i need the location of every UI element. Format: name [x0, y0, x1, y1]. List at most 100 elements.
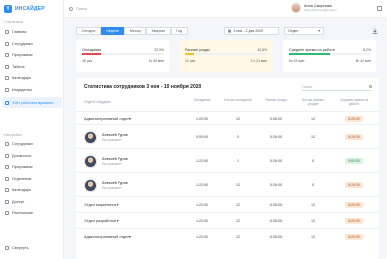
- cell-early-n: 12: [311, 235, 315, 239]
- collapse-label: Свернуть: [12, 246, 29, 250]
- sidebar-item-alert[interactable]: Инциденты: [2, 86, 62, 94]
- metric-percent: 8,2%: [363, 48, 371, 52]
- department-name: Административный отдел: [84, 235, 130, 239]
- sidebar-settings-item-users[interactable]: Сотрудники: [2, 140, 62, 148]
- home-icon: [5, 30, 9, 34]
- key-icon: [5, 199, 9, 204]
- sidebar-item-apps[interactable]: Программы: [2, 51, 62, 59]
- sidebar-item-label: Сотрудники: [12, 41, 33, 46]
- period-tab[interactable]: Квартал: [146, 27, 171, 35]
- avg-time-badge: 8:26:00: [345, 115, 363, 122]
- cell-late-n: 1: [237, 159, 239, 163]
- calendar-icon: [5, 76, 9, 80]
- logo[interactable]: Y ИНСАЙДЕР: [4, 5, 45, 13]
- sidebar-item-label: Календарь: [12, 76, 32, 80]
- chevron-down-icon[interactable]: ▾: [129, 117, 131, 121]
- table-row[interactable]: Административный отдел ▾ 1:22:00 12 0:26:00 1…: [76, 111, 379, 124]
- sidebar-item-label: Доступ: [12, 199, 25, 204]
- cell-early: 0:26:00: [270, 135, 282, 139]
- chevron-down-icon[interactable]: ▾: [117, 203, 119, 207]
- search-input[interactable]: Поиск: [69, 6, 87, 11]
- cell-late: 1:22:00: [196, 159, 208, 163]
- metric-count: 8ч 23 мин: [289, 59, 305, 63]
- cell-late-n: 12: [236, 219, 240, 223]
- period-tab[interactable]: Год: [170, 27, 188, 35]
- logout-icon[interactable]: [377, 6, 382, 11]
- department-name: Отдел разработки: [84, 219, 116, 223]
- avg-time-badge: 8:26:00: [345, 218, 363, 224]
- sidebar-item-home[interactable]: Главная: [2, 28, 62, 36]
- employee-role: Программист: [102, 138, 122, 142]
- sidebar-settings-item-apps[interactable]: Программы: [2, 163, 62, 171]
- schedule-icon: [5, 211, 9, 215]
- chevron-down-icon[interactable]: ▾: [129, 235, 131, 239]
- cell-early-n: 12: [311, 135, 315, 139]
- users-icon: [5, 41, 9, 46]
- period-tab[interactable]: Сегодня: [76, 27, 101, 35]
- sidebar-settings-item-building[interactable]: Отделения: [2, 175, 62, 183]
- user-email: Anna.Smirnova@mail.ru: [304, 8, 337, 12]
- download-icon[interactable]: [372, 28, 378, 34]
- metric-progress-bar: [82, 53, 164, 55]
- sidebar-item-label: Сотрудники: [12, 142, 33, 146]
- sidebar-settings-item-badge[interactable]: Должности: [2, 152, 62, 160]
- cell-early: 0:26:00: [270, 116, 282, 121]
- chevron-down-icon: ▾: [318, 29, 320, 33]
- sidebar-item-label: Календарь: [12, 188, 32, 192]
- cell-late: 1:22:00: [196, 219, 208, 223]
- employee-role: Программист: [102, 186, 122, 190]
- table-row[interactable]: Алексей Гуров Программист 1:22:00 12 0:26:00…: [76, 172, 379, 196]
- cell-early-n: 12: [311, 116, 315, 121]
- sidebar-item-users[interactable]: Сотрудники: [2, 40, 62, 48]
- topbar: Поиск Анна Смирнова Anna.Smirnova@mail.r…: [64, 0, 387, 18]
- cell-late-n: 12: [236, 183, 240, 187]
- sidebar-item-label: Главная: [12, 30, 27, 34]
- period-segmented-control: Сегодня Неделя Месяц Квартал Год: [76, 27, 188, 35]
- table-row[interactable]: Отдел разработки ▾ 1:22:00 12 0:26:00 12 8:26:…: [76, 212, 379, 228]
- metric-progress-bar: [289, 53, 371, 55]
- cell-late: 1:22:00: [196, 235, 208, 239]
- cell-early: 0:26:00: [270, 219, 282, 223]
- collapse-icon: [5, 246, 9, 250]
- metric-count: 45 раз: [82, 59, 93, 63]
- cell-early-n: 12: [311, 219, 315, 223]
- sidebar-item-clock[interactable]: Учёт рабочего времени: [2, 97, 62, 108]
- chevron-down-icon[interactable]: ▾: [117, 219, 119, 223]
- cell-late: 1:22:00: [196, 116, 208, 121]
- cell-late-n: 0: [237, 135, 239, 139]
- table-row[interactable]: Административный отдел ▾ 1:22:00 12 0:26:00 1…: [76, 228, 379, 244]
- column-header: Отдел/Сотрудник: [84, 100, 111, 104]
- table-row[interactable]: Алексей Гуров Программист 0:00:00 0 0:26:00 1…: [76, 124, 379, 148]
- search-icon: [368, 84, 372, 89]
- table-search-input[interactable]: Поиск: [302, 83, 372, 91]
- sidebar-section-settings: Настройки: [4, 133, 22, 137]
- column-header: Кол-во ранних уходов: [302, 98, 324, 106]
- sidebar-item-table[interactable]: Табель: [2, 63, 62, 71]
- table-row[interactable]: Алексей Гуров Программист 1:22:00 1 0:26:00 0…: [76, 148, 379, 172]
- avatar: [84, 178, 97, 192]
- collapse-sidebar-button[interactable]: Свернуть: [2, 244, 62, 252]
- sidebar-item-label: Учёт рабочего времени: [12, 100, 54, 105]
- date-range-picker[interactable]: ▦ 3 ноя - 2 дек 2020: [224, 27, 279, 35]
- sidebar-settings-item-calendar[interactable]: Календарь: [2, 186, 62, 194]
- cell-late: 0:00:00: [196, 135, 208, 139]
- period-tab[interactable]: Неделя: [100, 27, 125, 35]
- metric-card: Опоздания 22,9% 45 раз 1ч 50 мин: [76, 40, 169, 72]
- search-placeholder: Поиск: [76, 6, 88, 11]
- department-name: Административный отдел: [84, 116, 130, 121]
- sidebar-settings-item-schedule[interactable]: Расписание: [2, 209, 62, 217]
- user-menu[interactable]: Анна Смирнова Anna.Smirnova@mail.ru: [291, 3, 337, 13]
- date-range-label: 3 ноя - 2 дек 2020: [233, 29, 264, 33]
- metric-progress-bar: [185, 53, 267, 55]
- period-tab[interactable]: Месяц: [124, 27, 147, 35]
- sidebar-item-calendar[interactable]: Календарь: [2, 74, 62, 82]
- employee-stats-panel: Статистика сотрудников 3 ноя - 10 ноября…: [76, 78, 379, 259]
- table-icon: [5, 64, 9, 69]
- sidebar-settings-item-key[interactable]: Доступ: [2, 198, 62, 206]
- table-row[interactable]: Отдел маркетинга ▾ 1:22:00 12 0:26:00 12 8:26:…: [76, 196, 379, 212]
- cell-early: 0:26:00: [270, 183, 282, 187]
- sidebar-item-label: Табель: [12, 64, 25, 69]
- department-select[interactable]: Отдел ▾: [284, 27, 324, 35]
- metric-count: 12 раз: [185, 59, 196, 63]
- sidebar-item-label: Расписание: [12, 211, 33, 215]
